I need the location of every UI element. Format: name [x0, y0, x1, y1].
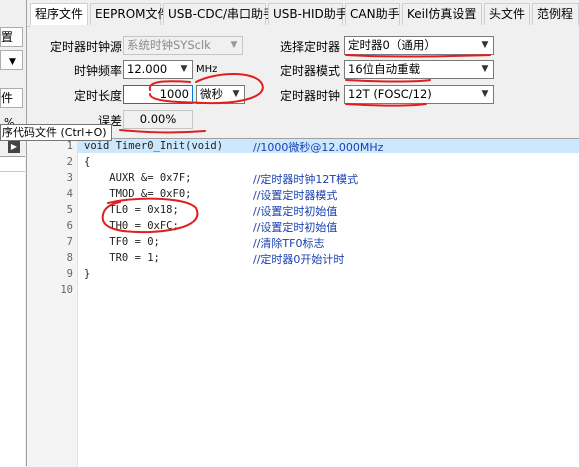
- clock-freq-value: 12.000: [127, 62, 168, 76]
- left-button-settings[interactable]: 置: [0, 27, 23, 47]
- code-line[interactable]: void Timer0_Init(void): [84, 140, 223, 152]
- left-button-settings-label: 置: [1, 30, 14, 44]
- code-editor[interactable]: 1 void Timer0_Init(void) //1000微秒@12.000…: [27, 138, 579, 467]
- tab-usb-cdc[interactable]: USB-CDC/串口助手: [163, 3, 275, 25]
- code-line[interactable]: AUXR &= 0x7F;: [84, 172, 191, 184]
- line-number: 2: [66, 156, 73, 168]
- error-value-box: 0.00%: [123, 110, 193, 129]
- left-tree-panel: [0, 156, 25, 467]
- tab-examples[interactable]: 范例程: [532, 3, 579, 25]
- code-comment: //清除TF0标志: [253, 237, 325, 250]
- chevron-down-icon: ▼: [481, 89, 489, 99]
- tab-label: EEPROM文件: [95, 7, 170, 21]
- tab-label: 范例程: [537, 7, 574, 21]
- line-number: 10: [60, 284, 73, 296]
- left-button-file[interactable]: 件: [0, 88, 23, 108]
- select-timer-value: 定时器0（通用）: [348, 38, 436, 52]
- tab-keil-sim[interactable]: Keil仿真设置: [402, 3, 482, 25]
- code-comment: //设置定时初始值: [253, 221, 338, 234]
- tab-label: 头文件: [489, 7, 526, 21]
- chevron-down-icon: ▼: [230, 40, 238, 50]
- chevron-down-icon: ▼: [232, 89, 240, 99]
- left-dropdown[interactable]: ▼: [0, 50, 23, 70]
- code-comment: //设置定时初始值: [253, 205, 338, 218]
- line-number: 8: [66, 252, 73, 264]
- error-value: 0.00%: [139, 112, 177, 126]
- chevron-down-icon: ▼: [9, 57, 16, 67]
- line-number: 3: [66, 172, 73, 184]
- tab-label: CAN助手: [350, 7, 400, 21]
- tab-label: Keil仿真设置: [407, 7, 477, 21]
- tab-can[interactable]: CAN助手: [345, 3, 400, 25]
- line-number: 9: [66, 268, 73, 280]
- code-line[interactable]: TL0 = 0x18;: [84, 204, 179, 216]
- timer-mode-label: 定时器模式: [280, 64, 341, 78]
- code-comment: //1000微秒@12.000MHz: [253, 141, 384, 154]
- code-line[interactable]: {: [84, 156, 90, 168]
- timer-unit-select[interactable]: 微秒 ▼: [196, 85, 245, 104]
- tab-label: 程序文件: [35, 7, 84, 21]
- line-number: 4: [66, 188, 73, 200]
- timer-clock-value: 12T (FOSC/12): [348, 87, 432, 101]
- timer-mode-value: 16位自动重载: [348, 62, 421, 76]
- tab-header-file[interactable]: 头文件: [484, 3, 530, 25]
- select-timer-label: 选择定时器: [280, 40, 341, 54]
- tab-bar: 程序文件 EEPROM文件 USB-CDC/串口助手 USB-HID助手 CAN…: [27, 0, 579, 27]
- chevron-down-icon: ▼: [481, 40, 489, 50]
- arrow-right-icon[interactable]: ▶: [8, 141, 20, 153]
- timer-mode-select[interactable]: 16位自动重载 ▼: [344, 60, 494, 79]
- tab-label: USB-HID助手: [273, 7, 348, 21]
- code-line[interactable]: }: [84, 268, 90, 280]
- select-timer-select[interactable]: 定时器0（通用） ▼: [344, 36, 494, 55]
- tab-usb-hid[interactable]: USB-HID助手: [268, 3, 348, 25]
- clock-freq-unit: MHz: [196, 64, 218, 75]
- tab-program-file[interactable]: 程序文件: [30, 3, 88, 25]
- chevron-down-icon: ▼: [481, 64, 489, 74]
- code-line[interactable]: TMOD &= 0xF0;: [84, 188, 191, 200]
- code-line[interactable]: TH0 = 0xFC;: [84, 220, 179, 232]
- timer-length-value: 1000: [159, 87, 189, 101]
- clock-source-value: 系统时钟SYSclk: [127, 38, 211, 52]
- line-number: 5: [66, 204, 73, 216]
- clock-source-select[interactable]: 系统时钟SYSclk ▼: [123, 36, 243, 55]
- clock-source-label: 定时器时钟源: [50, 40, 123, 54]
- timer-clock-select[interactable]: 12T (FOSC/12) ▼: [344, 85, 494, 104]
- clock-freq-select[interactable]: 12.000 ▼: [123, 60, 193, 79]
- timer-length-label: 定时长度: [74, 89, 123, 103]
- tooltip: 序代码文件 (Ctrl+O): [0, 124, 112, 141]
- line-number: 1: [66, 140, 73, 152]
- clock-freq-label: 时钟频率: [74, 64, 123, 78]
- tab-label: USB-CDC/串口助手: [168, 7, 276, 21]
- timer-length-input[interactable]: 1000: [123, 85, 193, 104]
- code-line[interactable]: TR0 = 1;: [84, 252, 160, 264]
- left-button-file-label: 件: [1, 91, 14, 105]
- line-number: 7: [66, 236, 73, 248]
- tab-eeprom-file[interactable]: EEPROM文件: [90, 3, 170, 25]
- line-number: 6: [66, 220, 73, 232]
- code-line[interactable]: TF0 = 0;: [84, 236, 160, 248]
- timer-clock-label: 定时器时钟: [280, 89, 341, 103]
- chevron-down-icon: ▼: [180, 64, 188, 74]
- code-comment: //定时器0开始计时: [253, 253, 345, 266]
- code-comment: //定时器时钟12T模式: [253, 173, 359, 186]
- timer-unit-value: 微秒: [200, 87, 223, 101]
- code-comment: //设置定时器模式: [253, 189, 338, 202]
- left-panel-strip: 置 ▼ 件 % ▶: [0, 0, 27, 467]
- tooltip-text: 序代码文件 (Ctrl+O): [2, 126, 107, 139]
- timer-settings-panel: 定时器时钟源 系统时钟SYSclk ▼ 选择定时器 定时器0（通用） ▼ 时钟频…: [30, 26, 579, 138]
